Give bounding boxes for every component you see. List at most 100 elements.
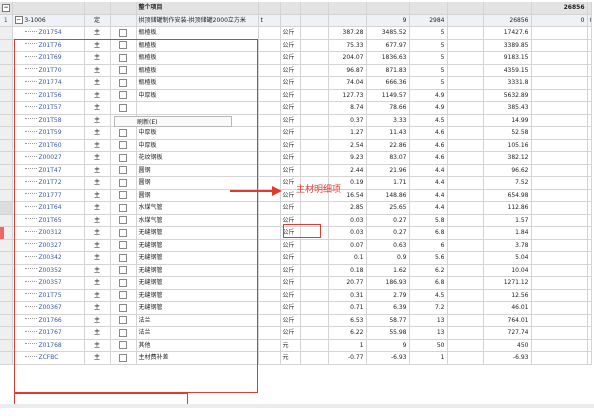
- material-total: 9183.15: [483, 51, 532, 65]
- material-total: 3331.8: [483, 76, 532, 90]
- material-unit: 公斤: [280, 89, 301, 102]
- blank-cell: [587, 289, 592, 302]
- blank-cell: [300, 301, 329, 315]
- material-price: 5: [409, 64, 448, 77]
- material-total: 3.78: [483, 239, 532, 252]
- material-total: 10.04: [483, 264, 532, 277]
- checkbox[interactable]: [119, 28, 127, 37]
- annotation-label: 主材明细项: [296, 185, 342, 195]
- blank-cell: [587, 39, 592, 52]
- blank-cell: [531, 76, 588, 90]
- blank-cell: [531, 39, 588, 52]
- blank-cell: [258, 276, 281, 290]
- material-amount: 9: [366, 339, 410, 352]
- collapse-all-toggle[interactable]: −: [0, 2, 13, 15]
- blank-cell: [447, 301, 484, 315]
- blank-cell: [447, 39, 484, 52]
- blank-cell: [531, 351, 588, 365]
- blank-cell: [587, 126, 592, 140]
- blank-cell: [447, 276, 484, 290]
- material-price: 5.8: [409, 214, 448, 227]
- material-unit: 公斤: [280, 164, 301, 177]
- blank-cell: [300, 114, 329, 127]
- material-amount: -6.93: [366, 351, 410, 365]
- material-total: 4359.15: [483, 64, 532, 77]
- material-amount: 78.66: [366, 101, 410, 115]
- material-qty: 1: [328, 339, 367, 352]
- material-price: 4.5: [409, 289, 448, 302]
- blank-cell: [587, 201, 592, 215]
- blank-cell: [300, 101, 329, 115]
- blank-cell: [587, 76, 592, 90]
- material-price: 13: [409, 314, 448, 327]
- row-index: [0, 114, 13, 127]
- material-row[interactable]: Z01754 主 瓶楂板 公斤 387.28 3485.52 5 17427.6: [0, 26, 592, 40]
- blank-cell: [447, 139, 484, 152]
- blank-cell: [447, 351, 484, 365]
- blank-cell: [531, 101, 588, 115]
- blank-cell: [447, 164, 484, 177]
- blank-cell: [531, 151, 588, 165]
- blank-cell: [531, 214, 588, 227]
- material-qty: 0.71: [328, 301, 367, 315]
- material-price: 5: [409, 76, 448, 90]
- material-price: 6.2: [409, 264, 448, 277]
- row-index: [0, 251, 13, 265]
- row-index: [0, 51, 13, 65]
- material-price: 4.4: [409, 176, 448, 190]
- material-unit: 公斤: [280, 314, 301, 327]
- blank-cell: [587, 26, 592, 40]
- blank-cell: [258, 51, 281, 65]
- quota-price: 2984: [409, 14, 448, 27]
- quota-qty: 9: [366, 14, 410, 27]
- material-price: 6: [409, 239, 448, 252]
- material-qty: 0.31: [328, 289, 367, 302]
- blank-cell: [447, 76, 484, 90]
- quota-row[interactable]: 1 − 3-1006 定 拱顶储罐制作安装-拱顶储罐2000立方米 t 9 29…: [0, 14, 592, 27]
- row-index: [0, 289, 13, 302]
- blank-cell: [587, 164, 592, 177]
- material-total: 1.84: [483, 226, 532, 240]
- row-index: [0, 89, 13, 102]
- row-index: [0, 351, 13, 365]
- blank-cell: [300, 26, 329, 40]
- material-total: 450: [483, 339, 532, 352]
- row-index: [0, 239, 13, 252]
- row-index: [0, 76, 13, 90]
- blank-cell: [531, 114, 588, 127]
- material-total: 385.43: [483, 101, 532, 115]
- material-unit: 公斤: [280, 264, 301, 277]
- material-qty: 0.07: [328, 239, 367, 252]
- blank-cell: [531, 226, 588, 240]
- material-amount: 58.77: [366, 314, 410, 327]
- blank-cell: [531, 264, 588, 277]
- row-index: 1: [0, 14, 13, 27]
- blank-cell: [587, 89, 592, 102]
- material-total: 112.86: [483, 201, 532, 215]
- material-price: 4.9: [409, 101, 448, 115]
- blank-cell: [587, 101, 592, 115]
- arrow-right-icon: [272, 186, 282, 196]
- material-unit: 元: [280, 351, 301, 365]
- material-unit: 公斤: [280, 301, 301, 315]
- material-amount: 677.97: [366, 39, 410, 52]
- material-total: 52.58: [483, 126, 532, 140]
- material-qty: 6.22: [328, 326, 367, 340]
- horizontal-scrollbar[interactable]: [0, 404, 594, 408]
- blank-cell: [300, 126, 329, 140]
- material-total: 12.56: [483, 289, 532, 302]
- blank-cell: [258, 151, 281, 165]
- material-total: 5.04: [483, 251, 532, 265]
- material-amount: 0.27: [366, 214, 410, 227]
- blank-cell: [300, 39, 329, 52]
- row-index: [0, 64, 13, 77]
- row-index: [0, 176, 13, 190]
- selected-cell-outline: [283, 224, 321, 238]
- blank-cell: [587, 151, 592, 165]
- row-index: [0, 314, 13, 327]
- blank-cell: [531, 51, 588, 65]
- row-index: [0, 26, 13, 40]
- material-qty: 6.53: [328, 314, 367, 327]
- blank-cell: [587, 339, 592, 352]
- collapse-icon[interactable]: −: [14, 16, 23, 25]
